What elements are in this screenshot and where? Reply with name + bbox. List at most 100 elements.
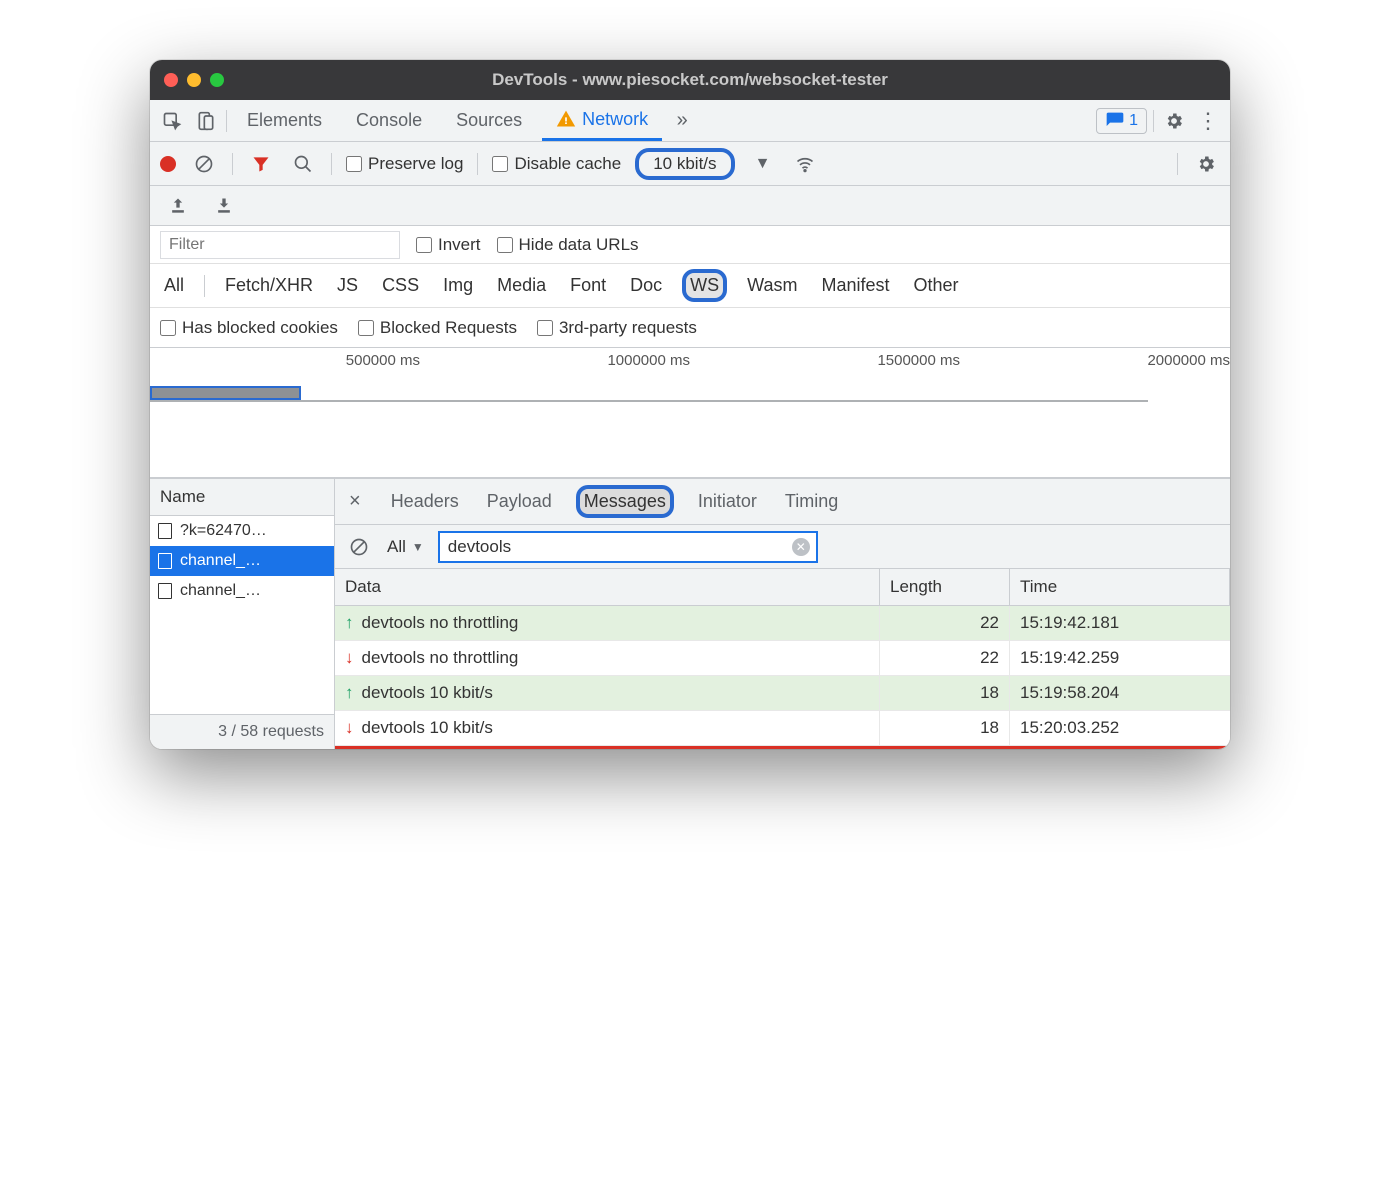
type-ws[interactable]: WS: [682, 269, 727, 302]
arrow-up-icon: ↑: [345, 613, 354, 633]
tick-2: 1000000 ms: [607, 352, 690, 369]
hide-data-urls-checkbox[interactable]: Hide data URLs: [497, 235, 639, 255]
device-toggle-icon[interactable]: [192, 107, 220, 135]
throttle-dropdown-icon[interactable]: ▼: [749, 150, 777, 178]
import-har-icon[interactable]: [210, 192, 238, 220]
type-other[interactable]: Other: [910, 273, 963, 298]
tab-console[interactable]: Console: [342, 100, 436, 141]
search-icon[interactable]: [289, 150, 317, 178]
blocked-cookies-checkbox[interactable]: Has blocked cookies: [160, 318, 338, 338]
invert-checkbox[interactable]: Invert: [416, 235, 481, 255]
close-detail-button[interactable]: ×: [343, 490, 367, 513]
devtools-window: DevTools - www.piesocket.com/websocket-t…: [150, 60, 1230, 749]
request-label: channel_…: [180, 582, 261, 600]
dtab-payload[interactable]: Payload: [483, 489, 556, 514]
dtab-initiator[interactable]: Initiator: [694, 489, 761, 514]
request-label: ?k=62470…: [180, 522, 267, 540]
disable-cache-checkbox[interactable]: Disable cache: [492, 154, 621, 174]
messages-type-select[interactable]: All ▼: [387, 537, 424, 557]
message-length-cell: 18: [880, 676, 1010, 711]
issues-count: 1: [1129, 112, 1138, 130]
issues-badge[interactable]: 1: [1096, 108, 1147, 134]
request-item[interactable]: ?k=62470…: [150, 516, 334, 546]
tab-elements[interactable]: Elements: [233, 100, 336, 141]
tick-3: 1500000 ms: [877, 352, 960, 369]
type-doc[interactable]: Doc: [626, 273, 666, 298]
col-length[interactable]: Length: [880, 569, 1010, 606]
type-font[interactable]: Font: [566, 273, 610, 298]
request-item[interactable]: channel_…: [150, 576, 334, 606]
requests-footer: 3 / 58 requests: [150, 714, 334, 749]
kebab-menu-icon[interactable]: ⋮: [1194, 107, 1222, 135]
extra-filters-row: Has blocked cookies Blocked Requests 3rd…: [150, 308, 1230, 348]
tick-1: 500000 ms: [346, 352, 420, 369]
filter-input[interactable]: [160, 231, 400, 259]
tab-sources[interactable]: Sources: [442, 100, 536, 141]
arrow-down-icon: ↓: [345, 648, 354, 668]
type-media[interactable]: Media: [493, 273, 550, 298]
third-party-checkbox[interactable]: 3rd-party requests: [537, 318, 697, 338]
type-all[interactable]: All: [160, 273, 188, 298]
type-fetch[interactable]: Fetch/XHR: [221, 273, 317, 298]
request-item[interactable]: channel_…: [150, 546, 334, 576]
inspect-icon[interactable]: [158, 107, 186, 135]
tab-network-label: Network: [582, 109, 648, 130]
tick-4: 2000000 ms: [1147, 352, 1230, 369]
dtab-timing[interactable]: Timing: [781, 489, 842, 514]
message-data-cell[interactable]: ↑devtools 10 kbit/s: [335, 676, 880, 711]
export-har-icon[interactable]: [164, 192, 192, 220]
type-img[interactable]: Img: [439, 273, 477, 298]
type-js[interactable]: JS: [333, 273, 362, 298]
dtab-messages[interactable]: Messages: [576, 485, 674, 518]
message-length-cell: 22: [880, 606, 1010, 641]
import-export-bar: [150, 186, 1230, 226]
arrow-up-icon: ↑: [345, 683, 354, 703]
requests-header: Name: [150, 479, 334, 516]
preserve-log-checkbox[interactable]: Preserve log: [346, 154, 463, 174]
col-data[interactable]: Data: [335, 569, 880, 606]
messages-table: Data Length Time ↑devtools no throttling…: [335, 569, 1230, 746]
type-css[interactable]: CSS: [378, 273, 423, 298]
message-data-cell[interactable]: ↑devtools no throttling: [335, 606, 880, 641]
blocked-requests-checkbox[interactable]: Blocked Requests: [358, 318, 517, 338]
type-filter-row: All Fetch/XHR JS CSS Img Media Font Doc …: [150, 264, 1230, 308]
dtab-headers[interactable]: Headers: [387, 489, 463, 514]
filter-row: Invert Hide data URLs: [150, 226, 1230, 264]
clear-icon[interactable]: [190, 150, 218, 178]
throttle-select[interactable]: 10 kbit/s: [635, 148, 734, 180]
main-tabbar: Elements Console Sources Network » 1 ⋮: [150, 100, 1230, 142]
window-title: DevTools - www.piesocket.com/websocket-t…: [150, 70, 1230, 90]
document-icon: [158, 553, 172, 569]
settings-icon[interactable]: [1160, 107, 1188, 135]
document-icon: [158, 583, 172, 599]
tab-network[interactable]: Network: [542, 100, 662, 141]
network-settings-icon[interactable]: [1192, 150, 1220, 178]
type-manifest[interactable]: Manifest: [818, 273, 894, 298]
panel-split: Name ?k=62470… channel_… channel_… 3 / 58 …: [150, 478, 1230, 749]
messages-search-input[interactable]: devtools ✕: [438, 531, 818, 563]
network-conditions-icon[interactable]: [791, 150, 819, 178]
type-wasm[interactable]: Wasm: [743, 273, 801, 298]
network-toolbar: Preserve log Disable cache 10 kbit/s ▼: [150, 142, 1230, 186]
timeline-baseline: [150, 400, 1148, 402]
message-data-cell[interactable]: ↓devtools 10 kbit/s: [335, 711, 880, 746]
message-time-cell: 15:20:03.252: [1010, 711, 1230, 746]
requests-pane: Name ?k=62470… channel_… channel_… 3 / 58 …: [150, 479, 335, 749]
message-time-cell: 15:19:42.259: [1010, 641, 1230, 676]
table-bottom-accent: [335, 746, 1230, 749]
filter-icon[interactable]: [247, 150, 275, 178]
message-data-cell[interactable]: ↓devtools no throttling: [335, 641, 880, 676]
record-button[interactable]: [160, 156, 176, 172]
message-length-cell: 18: [880, 711, 1010, 746]
col-time[interactable]: Time: [1010, 569, 1230, 606]
message-time-cell: 15:19:42.181: [1010, 606, 1230, 641]
message-time-cell: 15:19:58.204: [1010, 676, 1230, 711]
document-icon: [158, 523, 172, 539]
clear-messages-icon[interactable]: [345, 533, 373, 561]
timeline-selection[interactable]: [150, 386, 301, 400]
timeline-overview[interactable]: 500000 ms 1000000 ms 1500000 ms 2000000 …: [150, 348, 1230, 478]
message-length-cell: 22: [880, 641, 1010, 676]
more-tabs-icon[interactable]: »: [668, 107, 696, 135]
clear-search-icon[interactable]: ✕: [792, 538, 810, 556]
titlebar: DevTools - www.piesocket.com/websocket-t…: [150, 60, 1230, 100]
